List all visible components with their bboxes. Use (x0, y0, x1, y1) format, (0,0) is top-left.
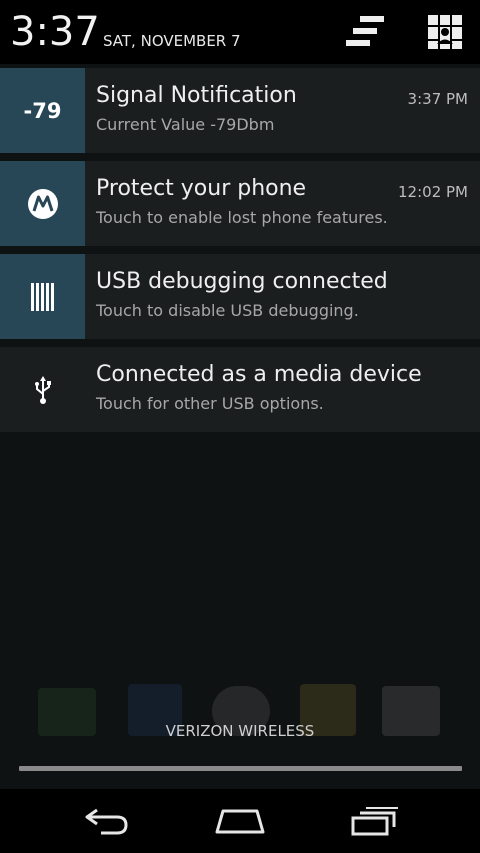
notification-text: Touch to enable lost phone features. (96, 208, 388, 227)
navigation-bar (0, 789, 480, 853)
signal-value-text: -79 (23, 98, 62, 123)
quick-settings-button[interactable] (420, 10, 470, 54)
notification-title: Connected as a media device (96, 362, 422, 387)
notification-title: Signal Notification (96, 83, 297, 108)
signal-value-icon: -79 (0, 68, 85, 153)
clear-all-icon (346, 16, 384, 46)
home-button[interactable] (195, 797, 285, 845)
notification-text: Touch for other USB options. (96, 394, 324, 413)
motorola-logo-icon (27, 188, 58, 219)
notification-usb-debugging[interactable]: USB debugging connected Touch to disable… (0, 254, 480, 339)
notification-list: -79 Signal Notification Current Value -7… (0, 68, 480, 440)
usb-debugging-icon (30, 282, 54, 311)
notification-title: USB debugging connected (96, 269, 388, 294)
notification-time: 3:37 PM (407, 90, 468, 108)
recent-apps-button[interactable] (330, 797, 420, 845)
shade-header: 3:37 SAT, NOVEMBER 7 (0, 0, 480, 64)
notification-usb-media[interactable]: Connected as a media device Touch for ot… (0, 347, 480, 432)
carrier-label: VERIZON WIRELESS (165, 722, 315, 740)
recent-apps-icon (351, 807, 398, 836)
clock: 3:37 (10, 9, 100, 55)
back-icon (85, 808, 128, 835)
back-button[interactable] (62, 797, 152, 845)
notification-title: Protect your phone (96, 176, 307, 201)
notification-protect-phone[interactable]: Protect your phone Touch to enable lost … (0, 161, 480, 246)
home-icon (215, 809, 265, 834)
notification-time: 12:02 PM (398, 183, 468, 201)
notification-text: Touch to disable USB debugging. (96, 301, 359, 320)
notification-signal[interactable]: -79 Signal Notification Current Value -7… (0, 68, 480, 153)
date-label: SAT, NOVEMBER 7 (103, 32, 241, 50)
clear-all-button[interactable] (340, 10, 390, 54)
notification-shade: 3:37 SAT, NOVEMBER 7 -79 Signal Notifica… (0, 0, 480, 853)
quick-settings-icon (428, 15, 462, 49)
notification-text: Current Value -79Dbm (96, 115, 275, 134)
shade-drag-handle[interactable] (19, 766, 462, 771)
usb-icon (34, 375, 51, 404)
